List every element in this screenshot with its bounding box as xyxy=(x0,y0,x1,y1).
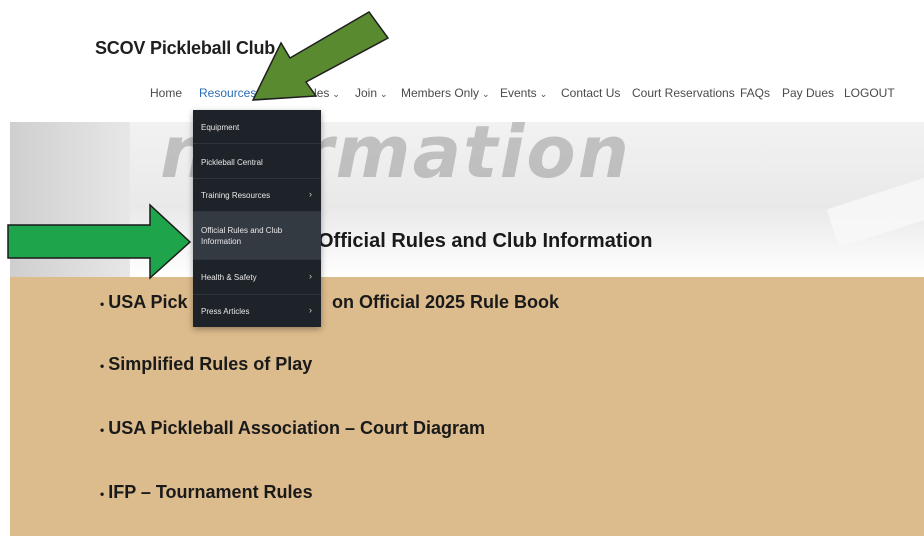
bright-green-arrow-icon xyxy=(7,203,192,280)
annotation-arrows xyxy=(7,11,390,280)
dark-green-arrow-icon xyxy=(251,11,390,101)
